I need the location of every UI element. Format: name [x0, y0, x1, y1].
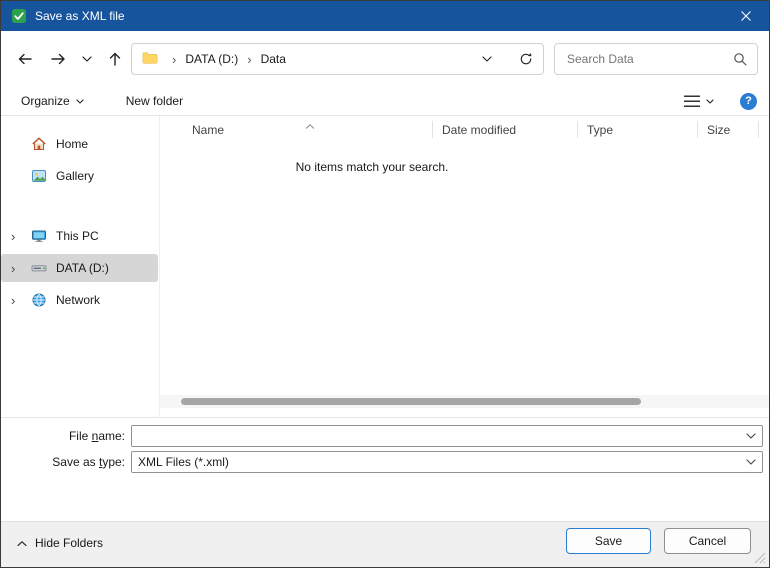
command-bar-right: ?: [676, 91, 757, 112]
breadcrumb-chevron-icon[interactable]: ›: [171, 52, 177, 67]
home-icon: [31, 136, 47, 152]
folder-icon: [142, 51, 158, 67]
sidebar-item-this-pc[interactable]: › This PC: [1, 222, 158, 250]
cancel-button[interactable]: Cancel: [664, 528, 751, 554]
save-as-type-value: XML Files (*.xml): [132, 455, 740, 469]
search-box[interactable]: [554, 43, 758, 75]
organize-label: Organize: [21, 94, 70, 108]
save-as-type-label: Save as type:: [1, 455, 125, 469]
gallery-icon: [31, 168, 47, 184]
label-text: ype:: [102, 455, 125, 469]
sort-up-icon[interactable]: [305, 118, 315, 132]
sidebar-item-network[interactable]: › Network: [1, 286, 158, 314]
column-resize-handle[interactable]: [432, 121, 433, 138]
tree-expand-chevron-icon[interactable]: ›: [11, 229, 31, 244]
column-header-name[interactable]: Name: [192, 123, 224, 137]
hide-folders-button[interactable]: Hide Folders: [11, 535, 109, 551]
horizontal-scrollbar[interactable]: [160, 395, 769, 408]
save-fields-section: File name: Save as type: XML Files (*.xm…: [1, 417, 769, 521]
sidebar-item-label: Gallery: [56, 169, 94, 183]
sidebar-item-label: DATA (D:): [56, 261, 109, 275]
sidebar-item-label: Home: [56, 137, 88, 151]
sidebar-item-label: This PC: [56, 229, 99, 243]
resize-grip-icon[interactable]: [754, 552, 766, 564]
details-view-icon: [684, 95, 700, 108]
command-bar: Organize New folder ?: [1, 87, 769, 116]
address-dropdown-chevron-icon[interactable]: [474, 46, 500, 72]
column-header-type[interactable]: Type: [587, 123, 613, 137]
title-bar: Save as XML file: [1, 1, 769, 31]
label-text: Save as: [52, 455, 99, 469]
drive-icon: [31, 260, 47, 276]
network-icon: [31, 292, 47, 308]
refresh-icon[interactable]: [513, 46, 539, 72]
save-as-dialog: Save as XML file › DATA (D:) › Data: [0, 0, 770, 568]
address-bar[interactable]: › DATA (D:) › Data: [131, 43, 544, 75]
file-name-input[interactable]: [132, 426, 740, 446]
new-folder-label: New folder: [126, 94, 183, 108]
sidebar-item-data-drive[interactable]: › DATA (D:): [1, 254, 158, 282]
hide-folders-label: Hide Folders: [35, 536, 103, 550]
chevron-down-icon: [76, 99, 84, 104]
label-text: ame:: [98, 429, 125, 443]
tree-expand-chevron-icon[interactable]: ›: [11, 261, 31, 276]
column-header-date-modified[interactable]: Date modified: [442, 123, 516, 137]
close-icon[interactable]: [723, 1, 769, 31]
chevron-down-icon: [706, 99, 714, 104]
help-icon[interactable]: ?: [740, 93, 757, 110]
chevron-up-icon: [17, 541, 27, 546]
file-list: Name Date modified Type Size No items ma…: [160, 116, 769, 417]
file-name-combobox[interactable]: [131, 425, 763, 447]
save-button[interactable]: Save: [566, 528, 651, 554]
view-options-button[interactable]: [676, 91, 722, 112]
up-icon[interactable]: [101, 44, 129, 74]
tree-expand-chevron-icon[interactable]: ›: [11, 293, 31, 308]
horizontal-scrollbar-thumb[interactable]: [181, 398, 641, 405]
main-area: Home Gallery › This PC ›: [1, 116, 769, 417]
save-as-type-combobox[interactable]: XML Files (*.xml): [131, 451, 763, 473]
column-header-size[interactable]: Size: [707, 123, 730, 137]
file-name-label: File name:: [1, 429, 125, 443]
chevron-down-icon[interactable]: [740, 452, 762, 472]
dialog-footer: Hide Folders Save Cancel: [1, 521, 769, 567]
search-input[interactable]: [565, 51, 733, 67]
breadcrumb-item-folder[interactable]: Data: [258, 51, 289, 67]
label-text: File: [69, 429, 92, 443]
forward-icon[interactable]: [43, 44, 73, 74]
sidebar-item-gallery[interactable]: Gallery: [1, 162, 158, 190]
organize-button[interactable]: Organize: [13, 90, 92, 112]
window-title: Save as XML file: [35, 9, 125, 23]
column-resize-handle[interactable]: [577, 121, 578, 138]
breadcrumb-chevron-icon[interactable]: ›: [246, 52, 252, 67]
search-icon[interactable]: [733, 52, 747, 66]
computer-icon: [31, 228, 47, 244]
app-icon[interactable]: [11, 8, 27, 24]
chevron-down-icon[interactable]: [740, 426, 762, 446]
sidebar-item-label: Network: [56, 293, 100, 307]
empty-list-message: No items match your search.: [160, 160, 584, 174]
column-resize-handle[interactable]: [758, 121, 759, 138]
file-name-row: File name:: [1, 425, 769, 447]
navigation-bar: › DATA (D:) › Data: [1, 31, 769, 87]
breadcrumb-item-drive[interactable]: DATA (D:): [182, 51, 241, 67]
recent-locations-chevron-icon[interactable]: [75, 44, 99, 74]
save-as-type-row: Save as type: XML Files (*.xml): [1, 451, 769, 473]
column-resize-handle[interactable]: [697, 121, 698, 138]
new-folder-button[interactable]: New folder: [118, 90, 191, 112]
sidebar-item-home[interactable]: Home: [1, 130, 158, 158]
navigation-pane: Home Gallery › This PC ›: [1, 116, 160, 417]
back-icon[interactable]: [9, 44, 41, 74]
